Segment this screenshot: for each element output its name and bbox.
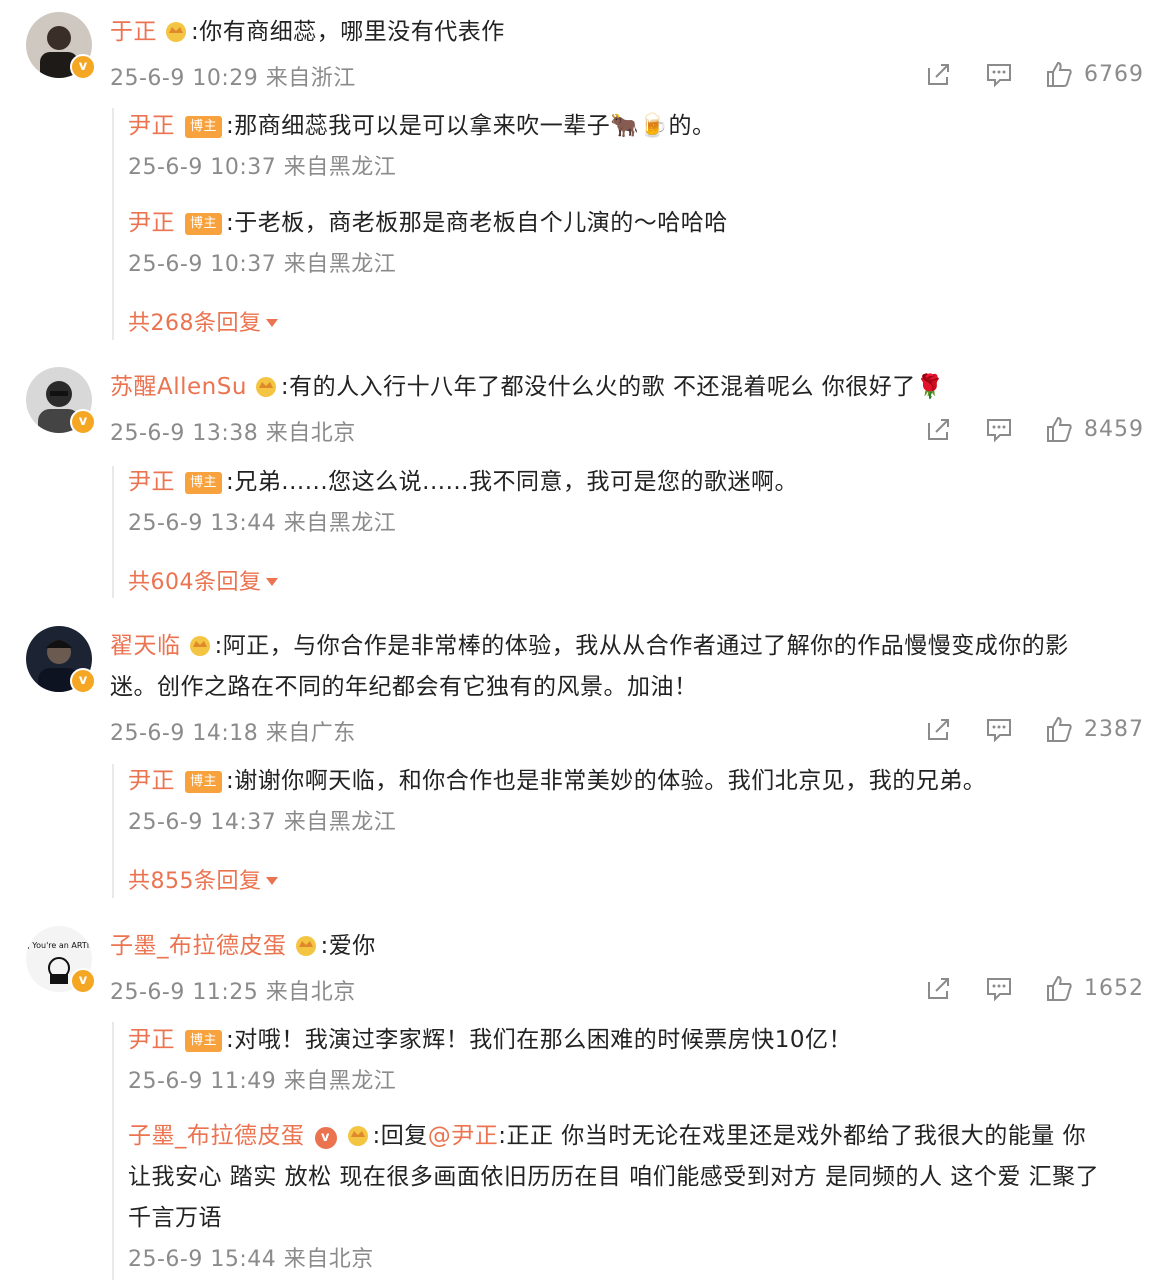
reply: 尹正 博主:对哦！我演过李家辉！我们在那么困难的时候票房快10亿！ 25-6-9 … [128, 1020, 1130, 1095]
reply: 尹正 博主:兄弟......您这么说......我不同意，我可是您的歌迷啊。 25… [128, 462, 1130, 537]
comment-text: 苏醒AllenSu :有的人入行十八年了都没什么火的歌 不还混着呢么 你很好了🌹 [110, 367, 1130, 408]
share-icon[interactable] [924, 414, 954, 444]
comment-icon[interactable] [984, 973, 1014, 1003]
comment-meta: 25-6-9 13:38 来自北京 [110, 421, 356, 446]
comment-body-cont: 迷。创作之路在不同的年纪都会有它独有的风景。加油！ [110, 674, 698, 700]
crown-icon [295, 936, 316, 956]
comment-actions: 1652 [894, 972, 1144, 1004]
comment-icon[interactable] [984, 714, 1014, 744]
avatar[interactable]: v [26, 367, 96, 435]
replies-divider [112, 764, 114, 898]
username[interactable]: 子墨_布拉德皮蛋 [110, 933, 287, 959]
reply-prefix: :回复 [372, 1123, 428, 1149]
author-tag: 博主 [185, 1030, 223, 1052]
reply: 尹正 博主:于老板，商老板那是商老板自个儿演的～哈哈哈 25-6-9 10:37 … [128, 203, 1130, 278]
crown-icon [166, 22, 186, 42]
author-tag: 博主 [185, 472, 223, 494]
verified-icon: v [70, 409, 96, 435]
reply-meta: 25-6-9 14:37 来自黑龙江 [128, 810, 397, 835]
share-icon[interactable] [924, 714, 954, 744]
crown-icon [347, 1126, 368, 1146]
reply-meta: 25-6-9 10:37 来自黑龙江 [128, 155, 397, 180]
share-icon[interactable] [924, 59, 954, 89]
reply: 尹正 博主:谢谢你啊天临，和你合作也是非常美妙的体验。我们北京见，我的兄弟。 25… [128, 761, 1130, 836]
like-icon[interactable] [1044, 414, 1074, 444]
like-icon[interactable] [1044, 714, 1074, 744]
reply-body-cont: 千言万语 [128, 1205, 222, 1231]
crown-icon [189, 636, 210, 656]
username[interactable]: 尹正 [128, 469, 175, 495]
comment-text: 于正 :你有商细蕊，哪里没有代表作 [110, 12, 1130, 53]
reply: 尹正 博主:那商细蕊我可以是可以拿来吹一辈子🐂🍺的。 25-6-9 10:37 来… [128, 106, 1130, 181]
replies-divider [112, 1022, 114, 1280]
comment-text: 子墨_布拉德皮蛋 :爱你 [110, 926, 1130, 967]
username[interactable]: 于正 [110, 19, 157, 45]
reply-body: :谢谢你啊天临，和你合作也是非常美妙的体验。我们北京见，我的兄弟。 [226, 768, 987, 794]
author-tag: 博主 [185, 116, 223, 138]
comment-meta: 25-6-9 11:25 来自北京 [110, 980, 356, 1005]
username[interactable]: 尹正 [128, 210, 175, 236]
like-count: 2387 [1084, 716, 1144, 742]
crown-icon [255, 377, 276, 397]
username[interactable]: 翟天临 [110, 633, 181, 659]
more-replies-link[interactable]: 共855条回复 [128, 863, 278, 895]
like-count: 1652 [1084, 975, 1144, 1001]
comment-body: :你有商细蕊，哪里没有代表作 [191, 19, 505, 45]
comment-icon[interactable] [984, 414, 1014, 444]
reply-meta: 25-6-9 13:44 来自黑龙江 [128, 511, 397, 536]
reply-body: :于老板，商老板那是商老板自个儿演的～哈哈哈 [226, 210, 728, 236]
chevron-down-icon [265, 578, 278, 586]
verified-icon: v [312, 1125, 339, 1151]
chevron-down-icon [265, 877, 278, 885]
reply-body: :正正 你当时无论在戏里还是戏外都给了我很大的能量 你 [498, 1123, 1087, 1149]
reply: 子墨_布拉德皮蛋 v :回复@尹正:正正 你当时无论在戏里还是戏外都给了我很大的能量… [128, 1116, 1130, 1273]
comment-icon[interactable] [984, 59, 1014, 89]
reply-body: :对哦！我演过李家辉！我们在那么困难的时候票房快10亿！ [226, 1027, 853, 1053]
comment-text: 翟天临 :阿正，与你合作是非常棒的体验，我从从合作者通过了解你的作品慢慢变成你的影… [110, 626, 1130, 708]
username[interactable]: 尹正 [128, 1027, 175, 1053]
comment-meta: 25-6-9 10:29 来自浙江 [110, 66, 356, 91]
more-replies-link[interactable]: 共604条回复 [128, 564, 278, 596]
reply-meta: 25-6-9 10:37 来自黑龙江 [128, 252, 397, 277]
avatar[interactable]: v [26, 12, 96, 80]
like-icon[interactable] [1044, 973, 1074, 1003]
more-replies-link[interactable]: 共268条回复 [128, 305, 278, 337]
chevron-down-icon [265, 319, 278, 327]
username[interactable]: 子墨_布拉德皮蛋 [128, 1123, 305, 1149]
avatar[interactable]: v [26, 626, 96, 694]
like-count: 8459 [1084, 416, 1144, 442]
comment-actions: 8459 [894, 413, 1144, 445]
comment-body: :有的人入行十八年了都没什么火的歌 不还混着呢么 你很好了🌹 [280, 374, 945, 400]
author-tag: 博主 [185, 213, 223, 235]
reply-meta: 25-6-9 15:44 来自北京 [128, 1247, 374, 1272]
mention-link[interactable]: @尹正 [428, 1123, 499, 1149]
reply-body-cont: 让我安心 踏实 放松 现在很多画面依旧历历在目 咱们能感受到对方 是同频的人 这… [128, 1164, 1100, 1190]
verified-icon: v [70, 668, 96, 694]
reply-meta: 25-6-9 11:49 来自黑龙江 [128, 1069, 397, 1094]
comment-actions: 2387 [894, 713, 1144, 745]
share-icon[interactable] [924, 973, 954, 1003]
verified-icon: v [70, 54, 96, 80]
replies-divider [112, 466, 114, 598]
reply-body: :兄弟......您这么说......我不同意，我可是您的歌迷啊。 [226, 469, 798, 495]
comment-meta: 25-6-9 14:18 来自广东 [110, 721, 356, 746]
username[interactable]: 尹正 [128, 768, 175, 794]
replies-divider [112, 108, 114, 340]
username[interactable]: 苏醒AllenSu [110, 374, 247, 400]
reply-body: :那商细蕊我可以是可以拿来吹一辈子🐂🍺的。 [226, 113, 716, 139]
comment-body: :爱你 [320, 933, 376, 959]
comment-actions: 6769 [894, 58, 1144, 90]
verified-icon: v [70, 968, 96, 994]
username[interactable]: 尹正 [128, 113, 175, 139]
avatar[interactable]: Hi, You're an ARTIST v [26, 926, 96, 994]
like-count: 6769 [1084, 61, 1144, 87]
author-tag: 博主 [185, 771, 223, 793]
like-icon[interactable] [1044, 59, 1074, 89]
comment-body: :阿正，与你合作是非常棒的体验，我从从合作者通过了解你的作品慢慢变成你的影 [214, 633, 1069, 659]
avatar-text: Hi, You're an ARTIST [26, 941, 92, 950]
